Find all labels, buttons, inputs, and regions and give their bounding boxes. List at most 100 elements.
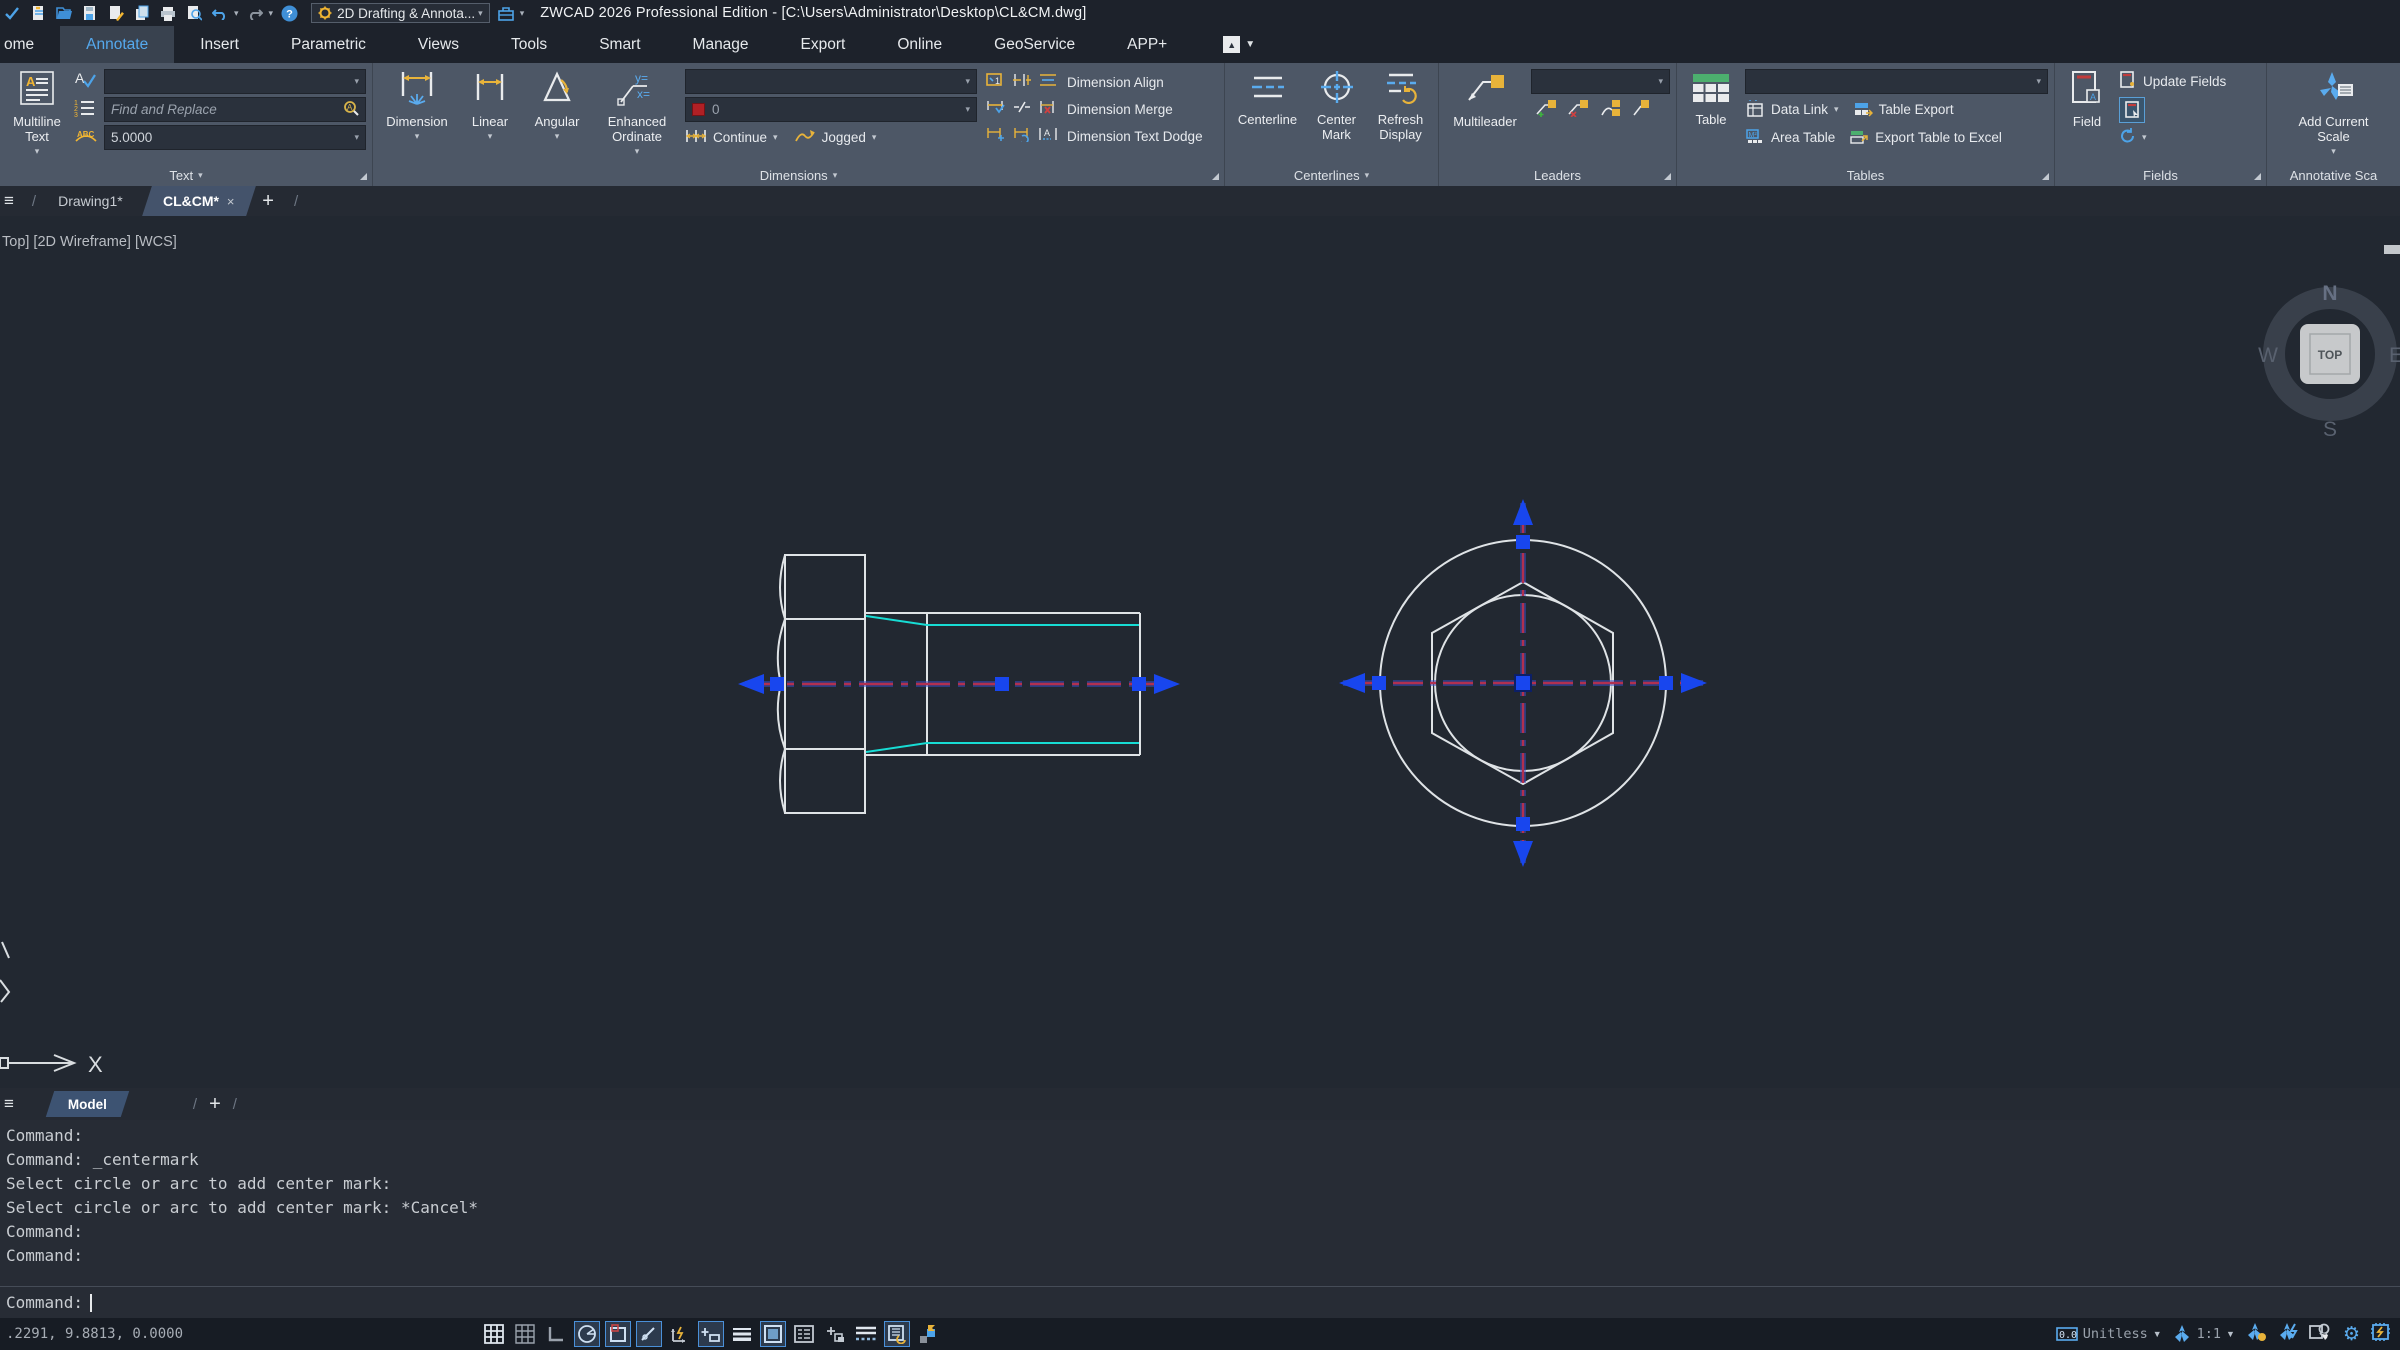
toolbox-icon[interactable]	[496, 3, 516, 23]
tables-dialog-launcher-icon[interactable]	[2042, 173, 2049, 180]
workspace-flag-icon[interactable]	[915, 1321, 941, 1347]
compass-north[interactable]: N	[2322, 282, 2337, 305]
jogged-button[interactable]: Jogged	[822, 130, 866, 145]
model-space-canvas[interactable]: N W S E TOP X	[0, 216, 2400, 1088]
dimension-text-dodge-button[interactable]: Dimension Text Dodge	[1067, 123, 1203, 150]
linear-button[interactable]: Linear ▾	[461, 67, 519, 164]
refresh-display-button[interactable]: Refresh Display	[1373, 67, 1429, 164]
linear-dropdown-icon[interactable]: ▾	[488, 131, 493, 141]
leaders-dialog-launcher-icon[interactable]	[1664, 173, 1671, 180]
polar-tracking-toggle[interactable]	[574, 1321, 600, 1347]
text-height-dropdown[interactable]: 5.0000 ▾	[104, 125, 366, 150]
isolate-objects-button[interactable]	[2309, 1322, 2333, 1346]
quick-properties-toggle[interactable]	[791, 1321, 817, 1347]
collect-leader-icon[interactable]	[1631, 99, 1651, 120]
panel-centerlines-label[interactable]: Centerlines ▾	[1225, 164, 1438, 186]
layout-menu-icon[interactable]: ≡	[0, 1094, 24, 1114]
save-icon[interactable]	[80, 3, 100, 23]
grid-display-toggle[interactable]	[481, 1321, 507, 1347]
selection-cycling-toggle[interactable]	[760, 1321, 786, 1347]
add-scale-dropdown-icon[interactable]: ▾	[2331, 146, 2336, 156]
workspace-selector[interactable]: 2D Drafting & Annota... ▾	[311, 3, 490, 23]
new-file-icon[interactable]	[28, 3, 48, 23]
field-button[interactable]: A Field	[2061, 67, 2113, 164]
save-as-icon[interactable]	[106, 3, 126, 23]
enhanced-ordinate-button[interactable]: y=x= Enhanced Ordinate ▾	[595, 67, 679, 164]
numbered-list-icon[interactable]: 123	[74, 98, 98, 123]
snap-mode-toggle[interactable]	[512, 1321, 538, 1347]
dim-delete-icon[interactable]	[1038, 99, 1058, 120]
data-link-dropdown-icon[interactable]: ▾	[1834, 104, 1839, 115]
field-refresh-dropdown-icon[interactable]: ▾	[2142, 132, 2147, 143]
ortho-mode-toggle[interactable]	[543, 1321, 569, 1347]
object-snap-toggle[interactable]	[605, 1321, 631, 1347]
angular-button[interactable]: Angular ▾	[525, 67, 589, 164]
tab-export[interactable]: Export	[775, 26, 872, 63]
copy-nested-toggle[interactable]	[822, 1321, 848, 1347]
spell-check-icon[interactable]: A	[74, 69, 98, 94]
ribbon-collapse-icon[interactable]: ▲	[1223, 36, 1240, 53]
command-input[interactable]: Command:	[0, 1286, 2400, 1318]
text-dialog-launcher-icon[interactable]	[360, 173, 367, 180]
autoscale-toggle[interactable]	[2277, 1322, 2299, 1346]
bolt-centerline[interactable]	[738, 674, 1180, 694]
dynamic-input-toggle[interactable]	[698, 1321, 724, 1347]
units-dropdown-icon[interactable]: ▼	[2153, 1329, 2162, 1339]
continue-button[interactable]: Continue	[713, 130, 767, 145]
dimension-dropdown-icon[interactable]: ▾	[415, 131, 420, 141]
tab-app-plus[interactable]: APP+	[1101, 26, 1193, 63]
undo-icon[interactable]	[210, 3, 230, 23]
dim-text-dodge-icon[interactable]: A	[1038, 126, 1058, 147]
doc-tabs-menu-icon[interactable]: ≡	[0, 191, 24, 211]
panel-leaders-label[interactable]: Leaders	[1439, 164, 1676, 186]
dimension-align-button[interactable]: Dimension Align	[1067, 69, 1203, 96]
open-folder-icon[interactable]	[54, 3, 74, 23]
compass-south[interactable]: S	[2323, 418, 2337, 441]
centerline-button[interactable]: Centerline	[1235, 67, 1301, 164]
workspace-dropdown-icon[interactable]: ▾	[478, 8, 483, 19]
enhanced-ordinate-dropdown-icon[interactable]: ▾	[635, 146, 640, 156]
align-leader-icon[interactable]	[1599, 99, 1621, 120]
data-link-button[interactable]: Data Link	[1771, 102, 1828, 117]
tab-parametric[interactable]: Parametric	[265, 26, 392, 63]
undo-dropdown-icon[interactable]: ▾	[234, 8, 239, 19]
tab-annotate[interactable]: Annotate	[60, 26, 174, 63]
dimension-merge-button[interactable]: Dimension Merge	[1067, 96, 1203, 123]
dimension-style-dropdown[interactable]: ▾	[685, 69, 977, 94]
redo-icon[interactable]	[245, 3, 265, 23]
panel-fields-label[interactable]: Fields	[2055, 164, 2266, 186]
remove-leader-icon[interactable]	[1567, 99, 1589, 120]
tab-tools[interactable]: Tools	[485, 26, 573, 63]
drawing-viewport[interactable]: Top] [2D Wireframe] [WCS]	[0, 216, 2400, 1088]
panel-tables-label[interactable]: Tables	[1677, 164, 2054, 186]
multiline-text-dropdown-icon[interactable]: ▾	[35, 146, 40, 156]
transparency-toggle[interactable]	[853, 1321, 879, 1347]
tab-smart[interactable]: Smart	[573, 26, 666, 63]
annotation-visibility-toggle[interactable]	[2245, 1322, 2267, 1346]
copy-icon[interactable]	[132, 3, 152, 23]
ribbon-collapse-dropdown-icon[interactable]: ▼	[1245, 39, 1255, 50]
jogged-dropdown-icon[interactable]: ▾	[872, 132, 877, 143]
text-style-dropdown[interactable]: ▾	[104, 69, 366, 94]
qat-dropdown-icon[interactable]: ▾	[520, 8, 525, 19]
dim-slant-icon[interactable]	[1012, 99, 1032, 120]
panel-annotative-label[interactable]: Annotative Sca	[2267, 164, 2400, 186]
dim-adjust-space-icon[interactable]	[1012, 72, 1032, 93]
lineweight-toggle[interactable]	[729, 1321, 755, 1347]
close-tab-icon[interactable]: ×	[227, 194, 235, 209]
tab-online[interactable]: Online	[871, 26, 968, 63]
nut-center-mark[interactable]	[1339, 499, 1707, 867]
settings-gear-icon[interactable]: ⚙	[2343, 1323, 2360, 1345]
model-tab[interactable]: Model	[46, 1091, 129, 1117]
multiline-text-button[interactable]: A Multiline Text ▾	[6, 67, 68, 164]
command-history[interactable]: Command: Command: _centermark Select cir…	[0, 1120, 2400, 1286]
add-current-scale-button[interactable]: Add Current Scale ▾	[2286, 67, 2382, 164]
continue-dropdown-icon[interactable]: ▾	[773, 132, 778, 143]
annotation-scale-control[interactable]: 1:1 ▼	[2172, 1324, 2235, 1344]
view-compass[interactable]: N W S E TOP	[2258, 282, 2400, 441]
tab-geoservice[interactable]: GeoService	[968, 26, 1101, 63]
ribbon-collapse-control[interactable]: ▲ ▼	[1223, 36, 1255, 53]
dim-insert-icon[interactable]	[986, 126, 1006, 147]
tab-views[interactable]: Views	[392, 26, 485, 63]
fields-dialog-launcher-icon[interactable]	[2254, 173, 2261, 180]
